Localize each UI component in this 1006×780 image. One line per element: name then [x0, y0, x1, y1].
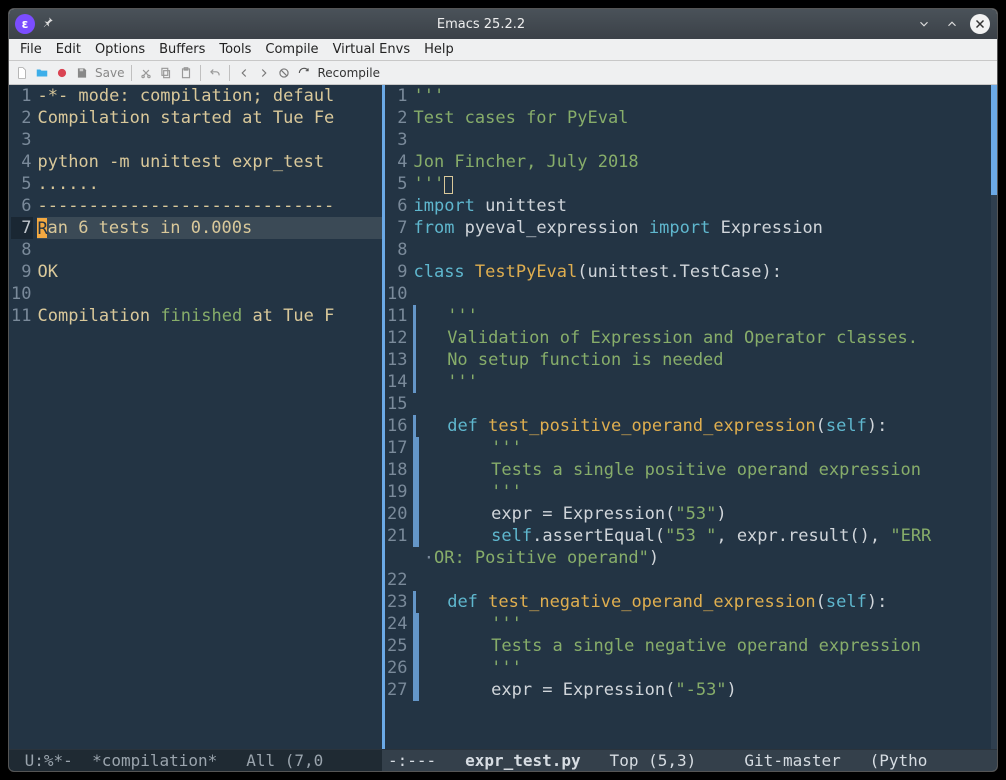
close-icon [970, 14, 990, 34]
modeline-compilation[interactable]: U:%*- *compilation* All (7,0 [9, 750, 382, 771]
titlebar[interactable]: ε Emacs 25.2.2 [9, 9, 997, 39]
minimize-button[interactable] [913, 13, 935, 35]
prev-error-icon[interactable] [235, 64, 253, 82]
compilation-pane[interactable]: 1 2 3 4 5 6 7 8 91011 -*- mode: compilat… [9, 85, 382, 749]
new-file-icon[interactable] [13, 64, 31, 82]
modeline-right-suffix: Top (5,3) Git-master (Pytho [581, 751, 928, 770]
scrollbar-track[interactable] [991, 85, 997, 749]
toolbar-separator-2 [200, 65, 201, 81]
menubar: File Edit Options Buffers Tools Compile … [9, 39, 997, 61]
emacs-app-icon: ε [15, 14, 35, 34]
compilation-buffer[interactable]: -*- mode: compilation; defaulCompilation… [37, 85, 382, 749]
paste-icon[interactable] [177, 64, 195, 82]
menu-tools[interactable]: Tools [212, 40, 258, 59]
emacs-window: ε Emacs 25.2.2 File Edit Options Buffers… [8, 8, 998, 772]
save-label[interactable]: Save [93, 66, 126, 80]
right-gutter: 1 2 3 4 5 6 7 8 910111213141516171819202… [385, 85, 413, 749]
editor-area: 1 2 3 4 5 6 7 8 91011 -*- mode: compilat… [9, 85, 997, 749]
undo-icon[interactable] [206, 64, 224, 82]
source-buffer[interactable]: '''Test cases for PyEvalJon Fincher, Jul… [413, 85, 997, 749]
pin-icon[interactable] [41, 15, 55, 33]
source-pane[interactable]: 1 2 3 4 5 6 7 8 910111213141516171819202… [382, 85, 997, 749]
next-error-icon[interactable] [255, 64, 273, 82]
window-title: Emacs 25.2.2 [55, 17, 907, 32]
toolbar-separator [131, 65, 132, 81]
toolbar: Save Recompile [9, 61, 997, 85]
modelines: U:%*- *compilation* All (7,0 -:--- expr_… [9, 749, 997, 771]
menu-virtualenvs[interactable]: Virtual Envs [326, 40, 418, 59]
menu-buffers[interactable]: Buffers [152, 40, 212, 59]
recompile-label[interactable]: Recompile [315, 66, 381, 80]
menu-file[interactable]: File [13, 40, 49, 59]
menu-edit[interactable]: Edit [49, 40, 88, 59]
left-gutter: 1 2 3 4 5 6 7 8 91011 [9, 85, 37, 749]
open-folder-icon[interactable] [33, 64, 51, 82]
modeline-left-text: U:%*- *compilation* All (7,0 [15, 751, 323, 770]
save-icon[interactable] [73, 64, 91, 82]
menu-options[interactable]: Options [88, 40, 152, 59]
toolbar-separator-3 [229, 65, 230, 81]
recompile-icon[interactable] [295, 64, 313, 82]
close-button[interactable] [969, 13, 991, 35]
modeline-buffer-name: expr_test.py [465, 751, 581, 770]
menu-help[interactable]: Help [417, 40, 461, 59]
modeline-source[interactable]: -:--- expr_test.py Top (5,3) Git-master … [382, 750, 997, 771]
cut-icon[interactable] [137, 64, 155, 82]
stop-icon[interactable] [275, 64, 293, 82]
maximize-button[interactable] [941, 13, 963, 35]
scrollbar-thumb[interactable] [991, 85, 997, 195]
menu-compile[interactable]: Compile [258, 40, 325, 59]
modeline-right-prefix: -:--- [388, 751, 465, 770]
kill-buffer-icon[interactable] [53, 64, 71, 82]
copy-icon[interactable] [157, 64, 175, 82]
